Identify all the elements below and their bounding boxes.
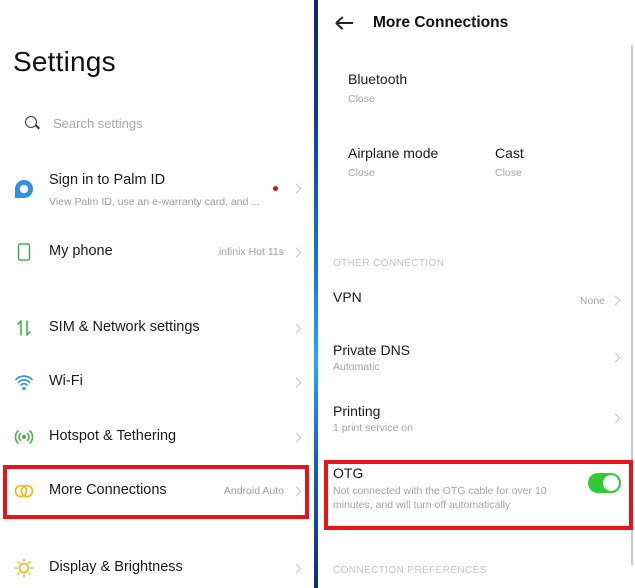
back-arrow-icon[interactable] <box>334 13 356 33</box>
search-input[interactable]: Search settings <box>53 116 143 131</box>
chevron-right-icon <box>610 295 621 306</box>
sun-icon <box>13 557 35 579</box>
item-subtitle: View Palm ID, use an e-warranty card, an… <box>49 196 261 208</box>
tile-status: Close <box>348 167 375 179</box>
highlight-box-more-connections <box>3 465 309 519</box>
account-bubble-icon <box>13 178 35 200</box>
highlight-box-otg <box>324 460 633 530</box>
settings-item-display[interactable]: Display & Brightness <box>0 556 315 580</box>
tile-label: Airplane mode <box>348 145 439 161</box>
section-header-other-connection: OTHER CONNECTION <box>333 258 445 269</box>
item-value: infinix Hot 11s <box>218 246 284 258</box>
tile-airplane-mode[interactable]: Airplane mode Close <box>348 145 438 179</box>
item-label: Wi-Fi <box>49 373 83 389</box>
settings-item-wifi[interactable]: Wi-Fi <box>0 370 315 394</box>
item-value: None <box>579 295 605 307</box>
settings-item-my-phone[interactable]: My phone infinix Hot 11s <box>0 240 315 264</box>
item-label: My phone <box>49 243 113 259</box>
item-label: Private DNS <box>333 342 411 358</box>
item-label: VPN <box>333 289 362 305</box>
item-label: Display & Brightness <box>49 559 183 575</box>
item-label: Sign in to Palm ID <box>49 172 166 188</box>
chevron-right-icon <box>610 413 621 424</box>
settings-item-sim-network[interactable]: SIM & Network settings <box>0 316 315 340</box>
chevron-right-icon <box>291 377 302 388</box>
setting-private-dns[interactable]: Private DNS Automatic <box>333 342 623 376</box>
page-title: More Connections <box>373 14 509 31</box>
tile-status: Close <box>348 93 375 105</box>
notification-dot <box>273 186 278 191</box>
chevron-right-icon <box>291 247 302 258</box>
settings-panel: Settings Search settings Sign in to Palm… <box>0 0 315 588</box>
tile-label: Bluetooth <box>348 71 408 87</box>
item-subtitle: 1 print service on <box>333 422 413 434</box>
item-label: Printing <box>333 403 381 419</box>
item-label: SIM & Network settings <box>49 319 200 335</box>
phone-icon <box>13 241 35 263</box>
tile-label: Cast <box>495 145 524 161</box>
data-transfer-icon <box>13 317 35 339</box>
item-subtitle: Automatic <box>333 361 380 373</box>
settings-item-palm-id[interactable]: Sign in to Palm ID View Palm ID, use an … <box>0 168 315 212</box>
tile-bluetooth[interactable]: Bluetooth Close <box>348 71 407 105</box>
chevron-right-icon <box>610 352 621 363</box>
setting-vpn[interactable]: VPN None <box>333 289 623 313</box>
tile-cast[interactable]: Cast Close <box>495 145 524 179</box>
settings-item-hotspot[interactable]: Hotspot & Tethering <box>0 425 315 449</box>
chevron-right-icon <box>291 563 302 574</box>
setting-printing[interactable]: Printing 1 print service on <box>333 403 623 437</box>
more-connections-panel: More Connections Bluetooth Close Airplan… <box>318 0 635 588</box>
item-label: Hotspot & Tethering <box>49 428 177 444</box>
search-icon <box>24 115 40 131</box>
chevron-right-icon <box>291 183 302 194</box>
search-bar[interactable]: Search settings <box>24 112 143 134</box>
chevron-right-icon <box>291 432 302 443</box>
page-title: Settings <box>13 46 116 77</box>
tile-status: Close <box>495 167 522 179</box>
chevron-right-icon <box>291 323 302 334</box>
wifi-icon <box>13 371 35 393</box>
section-header-connection-preferences: CONNECTION PREFERENCES <box>333 565 487 576</box>
hotspot-icon <box>13 426 35 448</box>
